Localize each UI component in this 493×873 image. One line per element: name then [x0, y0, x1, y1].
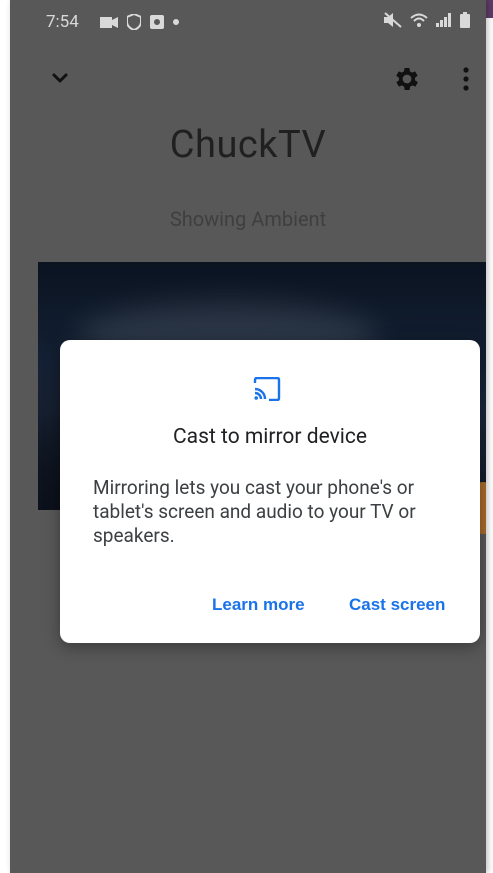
status-bar: 7:54: [10, 0, 486, 42]
gear-icon[interactable]: [392, 64, 422, 94]
device-name: ChuckTV: [169, 123, 327, 167]
shield-icon: [127, 14, 141, 30]
camera-icon: [150, 15, 164, 29]
cast-dialog: Cast to mirror device Mirroring lets you…: [60, 340, 480, 643]
battery-icon: [460, 12, 470, 28]
status-notification-icons: [100, 14, 179, 30]
dot-icon: [173, 19, 179, 25]
dialog-body: Mirroring lets you cast your phone's or …: [93, 476, 416, 547]
status-system-icons: [384, 12, 470, 28]
dialog-title: Cast to mirror device: [173, 425, 367, 449]
wifi-icon: [410, 13, 428, 27]
chevron-down-icon[interactable]: [46, 64, 74, 92]
phone-screen: 7:54 ChuckTV Showing Ambient Cast to mir…: [10, 0, 486, 873]
mute-icon: [384, 12, 402, 28]
signal-icon: [436, 13, 451, 27]
status-time: 7:54: [46, 12, 79, 32]
video-icon: [100, 16, 118, 28]
cast-icon: [253, 377, 281, 401]
device-status: Showing Ambient: [169, 207, 327, 231]
more-vert-icon[interactable]: [456, 64, 476, 94]
cast-screen-button[interactable]: Cast screen: [349, 595, 445, 615]
learn-more-button[interactable]: Learn more: [212, 595, 305, 615]
